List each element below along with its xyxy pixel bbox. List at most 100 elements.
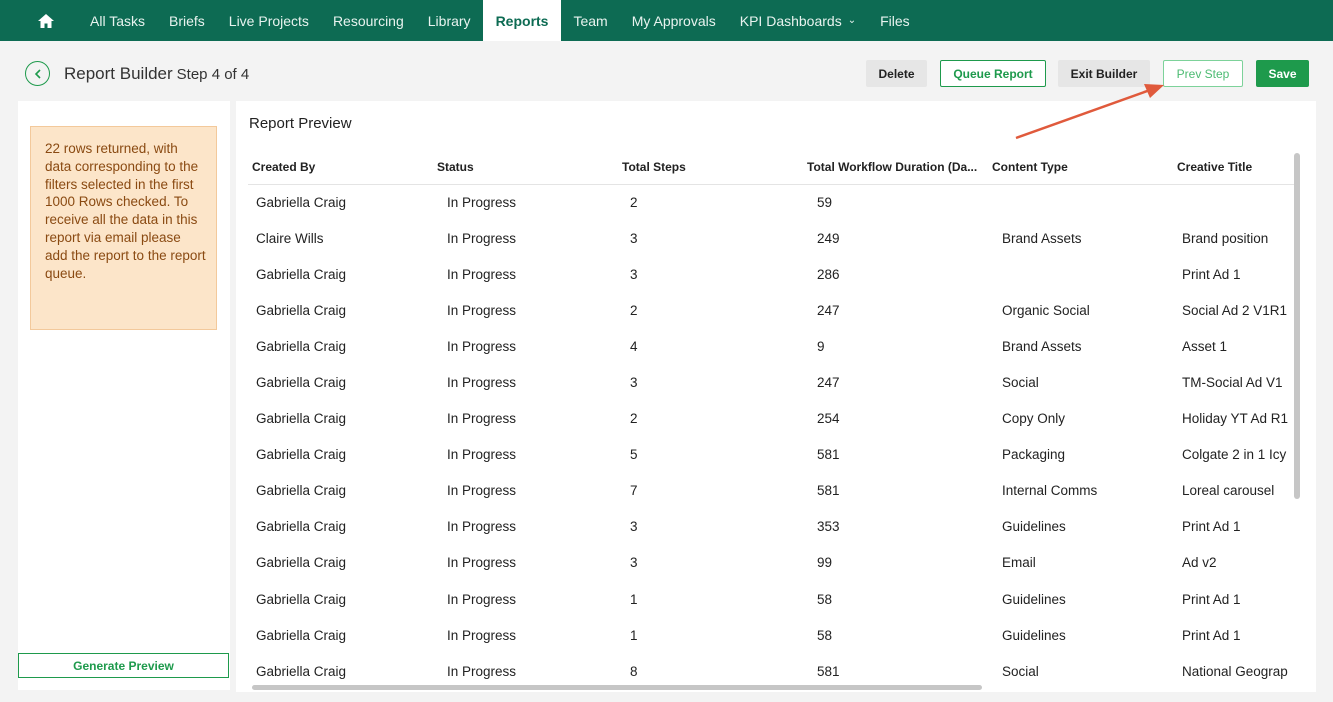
- nav-item-my-approvals[interactable]: My Approvals: [620, 0, 728, 41]
- table-cell: Loreal carousel: [1182, 483, 1275, 499]
- table-cell: In Progress: [447, 338, 517, 354]
- table-cell: Gabriella Craig: [256, 447, 347, 463]
- table-cell: 286: [817, 266, 840, 282]
- nav-item-briefs[interactable]: Briefs: [157, 0, 217, 41]
- back-button[interactable]: [25, 61, 50, 86]
- table-cell: 8: [630, 663, 638, 679]
- column-header-creative-title[interactable]: Creative Title: [1173, 151, 1294, 185]
- table-cell: 3: [630, 230, 638, 246]
- nav-item-team[interactable]: Team: [561, 0, 619, 41]
- table-cell: In Progress: [447, 230, 517, 246]
- table-cell: 3: [630, 266, 638, 282]
- exit-builder-button[interactable]: Exit Builder: [1058, 60, 1150, 87]
- table-cell: In Progress: [447, 411, 517, 427]
- table-cell: Gabriella Craig: [256, 194, 347, 210]
- table-cell: In Progress: [447, 447, 517, 463]
- table-row[interactable]: Gabriella Craig In Progress 1 58 Guidelines P…: [248, 581, 1294, 617]
- table-cell: In Progress: [447, 663, 517, 679]
- table-row[interactable]: Gabriella Craig In Progress 2 247 Organic So…: [248, 292, 1294, 328]
- prev-step-button[interactable]: Prev Step: [1163, 60, 1243, 87]
- table-cell: Claire Wills: [256, 230, 324, 246]
- table-cell: Packaging: [1002, 447, 1066, 463]
- table-cell: Brand Assets: [1002, 338, 1082, 354]
- table-cell: 1: [630, 591, 638, 607]
- table-cell: Gabriella Craig: [256, 266, 347, 282]
- table-cell: Print Ad 1: [1182, 519, 1241, 535]
- table-cell: Gabriella Craig: [256, 338, 347, 354]
- column-header-created-by[interactable]: Created By: [248, 151, 433, 185]
- table-row[interactable]: Gabriella Craig In Progress 3 353 Guidelines…: [248, 509, 1294, 545]
- table-cell: Guidelines: [1002, 591, 1066, 607]
- table-cell: 3: [630, 519, 638, 535]
- table-cell: 58: [817, 627, 833, 643]
- table-cell: [988, 184, 1173, 220]
- nav-item-library[interactable]: Library: [416, 0, 483, 41]
- table-cell: Brand position: [1182, 230, 1269, 246]
- generate-preview-button[interactable]: Generate Preview: [18, 653, 229, 678]
- table-cell: Gabriella Craig: [256, 411, 347, 427]
- table-row[interactable]: Claire Wills In Progress 3 249 Brand Assets B…: [248, 220, 1294, 256]
- table-cell: Internal Comms: [1002, 483, 1098, 499]
- table-cell: 58: [817, 591, 833, 607]
- save-button[interactable]: Save: [1256, 60, 1309, 87]
- table-row[interactable]: Gabriella Craig In Progress 3 286 Print Ad 1: [248, 256, 1294, 292]
- table-cell: 3: [630, 555, 638, 571]
- table-cell: 9: [817, 338, 825, 354]
- horizontal-scrollbar[interactable]: [252, 685, 982, 690]
- table-cell: 59: [817, 194, 833, 210]
- home-icon[interactable]: [38, 0, 54, 41]
- table-cell: Gabriella Craig: [256, 591, 347, 607]
- table-cell: Print Ad 1: [1182, 266, 1241, 282]
- table-row[interactable]: Gabriella Craig In Progress 4 9 Brand Assets…: [248, 328, 1294, 364]
- nav-item-kpi-dashboards[interactable]: KPI Dashboards ⌄: [728, 0, 868, 41]
- column-header-content-type[interactable]: Content Type: [988, 151, 1173, 185]
- table-row[interactable]: Gabriella Craig In Progress 3 99 Email Ad v2: [248, 545, 1294, 581]
- preview-table: Created By Status Total Steps Total Work…: [248, 151, 1294, 689]
- nav-item-resourcing[interactable]: Resourcing: [321, 0, 416, 41]
- table-cell: In Progress: [447, 194, 517, 210]
- report-preview-panel: Report Preview Created By Status Total S…: [236, 101, 1316, 692]
- nav-item-files[interactable]: Files: [868, 0, 922, 41]
- table-row[interactable]: Gabriella Craig In Progress 1 58 Guidelines P…: [248, 617, 1294, 653]
- table-cell: 1: [630, 627, 638, 643]
- table-row[interactable]: Gabriella Craig In Progress 2 254 Copy Only H…: [248, 401, 1294, 437]
- table-row[interactable]: Gabriella Craig In Progress 8 581 Social Nati…: [248, 653, 1294, 689]
- table-row[interactable]: Gabriella Craig In Progress 3 247 Social TM-S…: [248, 364, 1294, 400]
- table-cell: Gabriella Craig: [256, 555, 347, 571]
- table-cell: Gabriella Craig: [256, 375, 347, 391]
- column-header-status[interactable]: Status: [433, 151, 618, 185]
- nav-item-all-tasks[interactable]: All Tasks: [78, 0, 157, 41]
- table-cell: Organic Social: [1002, 302, 1090, 318]
- table-cell: Print Ad 1: [1182, 627, 1241, 643]
- table-cell: Social: [1002, 375, 1039, 391]
- table-cell: 247: [817, 375, 840, 391]
- table-row[interactable]: Gabriella Craig In Progress 2 59: [248, 184, 1294, 220]
- table-cell: Copy Only: [1002, 411, 1066, 427]
- table-cell: Brand Assets: [1002, 230, 1082, 246]
- table-cell: Social: [1002, 663, 1039, 679]
- table-cell: 581: [817, 663, 840, 679]
- table-cell: 3: [630, 375, 638, 391]
- table-cell: Social Ad 2 V1R1: [1182, 302, 1288, 318]
- table-cell: In Progress: [447, 375, 517, 391]
- table-cell: 7: [630, 483, 638, 499]
- table-cell: TM-Social Ad V1: [1182, 375, 1283, 391]
- table-row[interactable]: Gabriella Craig In Progress 7 581 Internal C…: [248, 473, 1294, 509]
- column-header-total-workflow-duration[interactable]: Total Workflow Duration (Da...: [803, 151, 988, 185]
- delete-button[interactable]: Delete: [866, 60, 927, 87]
- table-body: Gabriella Craig In Progress 2 59 Claire Will…: [248, 184, 1294, 689]
- queue-report-button[interactable]: Queue Report: [940, 60, 1046, 87]
- nav-item-reports[interactable]: Reports: [482, 0, 562, 41]
- table-cell: Gabriella Craig: [256, 519, 347, 535]
- table-cell: 99: [817, 555, 833, 571]
- column-header-total-steps[interactable]: Total Steps: [618, 151, 803, 185]
- rows-notice: 22 rows returned, with data correspondin…: [30, 126, 217, 330]
- table-row[interactable]: Gabriella Craig In Progress 5 581 Packaging C…: [248, 437, 1294, 473]
- table-cell: 5: [630, 447, 638, 463]
- nav-item-live-projects[interactable]: Live Projects: [217, 0, 321, 41]
- table-cell: 247: [817, 302, 840, 318]
- vertical-scrollbar[interactable]: [1294, 153, 1300, 499]
- chevron-down-icon: ⌄: [847, 15, 857, 26]
- table-cell: 249: [817, 230, 840, 246]
- table-cell: 353: [817, 519, 840, 535]
